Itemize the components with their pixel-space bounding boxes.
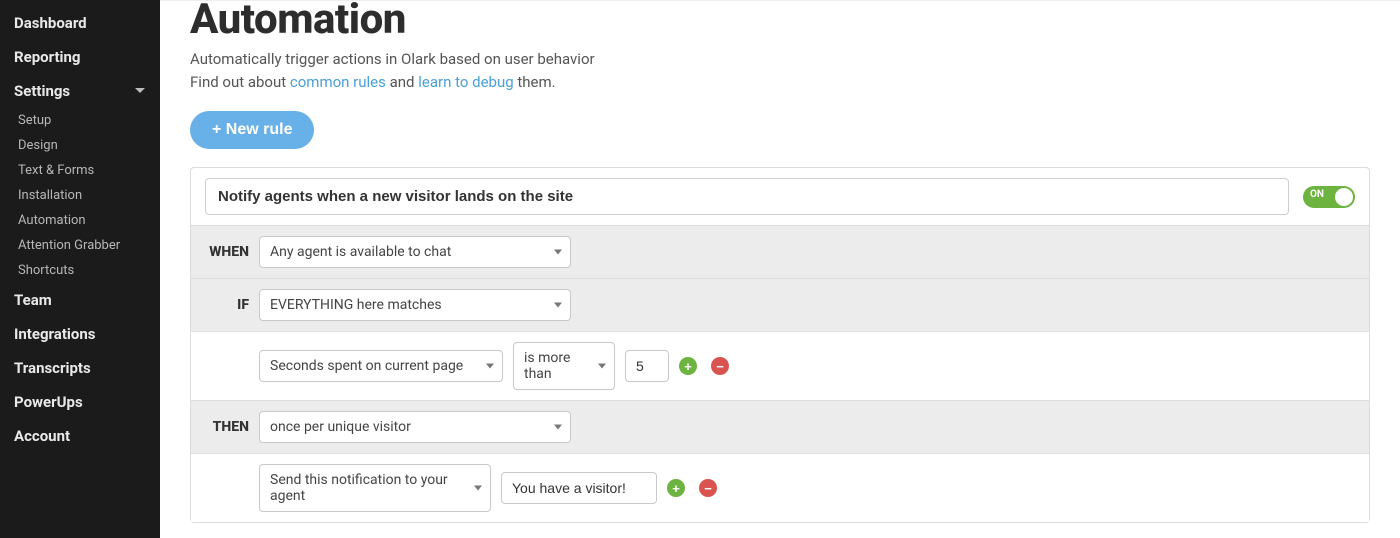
sidebar-label: Shortcuts xyxy=(18,263,74,278)
sidebar-label: Settings xyxy=(14,82,70,100)
sidebar-label: Team xyxy=(14,291,52,309)
sidebar-item-installation[interactable]: Installation xyxy=(0,183,160,208)
sidebar-label: Automation xyxy=(18,213,86,228)
sidebar-item-account[interactable]: Account xyxy=(0,419,160,453)
sidebar-label: Installation xyxy=(18,188,82,203)
plus-icon: + xyxy=(684,359,692,374)
toggle-knob xyxy=(1335,188,1353,206)
link-common-rules[interactable]: common rules xyxy=(290,73,386,91)
sidebar-item-setup[interactable]: Setup xyxy=(0,108,160,133)
sidebar-item-settings[interactable]: Settings xyxy=(0,74,160,108)
sidebar-item-attention-grabber[interactable]: Attention Grabber xyxy=(0,233,160,258)
minus-icon: − xyxy=(704,481,712,496)
chevron-down-icon xyxy=(554,303,562,308)
remove-action-button[interactable]: − xyxy=(699,479,717,497)
subtitle-text: them. xyxy=(517,73,555,91)
sidebar: Dashboard Reporting Settings Setup Desig… xyxy=(0,0,160,538)
chevron-down-icon xyxy=(474,486,482,491)
then-message-input[interactable] xyxy=(501,472,657,504)
select-value: Any agent is available to chat xyxy=(270,244,451,260)
remove-condition-button[interactable]: − xyxy=(711,357,729,375)
plus-icon: + xyxy=(672,481,680,496)
page-subtitle: Automatically trigger actions in Olark b… xyxy=(190,48,1370,93)
sidebar-label: Attention Grabber xyxy=(18,238,120,253)
when-label: WHEN xyxy=(205,244,249,260)
sidebar-label: Reporting xyxy=(14,48,81,66)
condition-value-input[interactable] xyxy=(625,350,669,382)
condition-field-select[interactable]: Seconds spent on current page xyxy=(259,350,503,382)
rule-card: ON WHEN Any agent is available to chat I… xyxy=(190,167,1370,523)
new-rule-button[interactable]: + New rule xyxy=(190,111,314,149)
then-block: THEN once per unique visitor xyxy=(191,400,1369,453)
page-title: Automation xyxy=(190,0,1370,44)
then-action-row: Send this notification to your agent + − xyxy=(191,453,1369,522)
sidebar-label: Account xyxy=(14,427,70,445)
if-label: IF xyxy=(205,297,249,313)
chevron-down-icon xyxy=(554,425,562,430)
condition-operator-select[interactable]: is more than xyxy=(513,342,615,390)
select-value: Seconds spent on current page xyxy=(270,358,463,374)
chevron-down-icon xyxy=(134,82,146,100)
sidebar-item-reporting[interactable]: Reporting xyxy=(0,40,160,74)
select-value: is more than xyxy=(524,350,586,382)
sidebar-item-integrations[interactable]: Integrations xyxy=(0,317,160,351)
select-value: EVERYTHING here matches xyxy=(270,297,442,313)
rule-title-input[interactable] xyxy=(205,178,1289,215)
when-select[interactable]: Any agent is available to chat xyxy=(259,236,571,268)
sidebar-label: Setup xyxy=(18,113,51,128)
add-action-button[interactable]: + xyxy=(667,479,685,497)
sidebar-item-automation[interactable]: Automation xyxy=(0,208,160,233)
minus-icon: − xyxy=(716,359,724,374)
subtitle-text: Find out about xyxy=(190,73,290,91)
sidebar-item-dashboard[interactable]: Dashboard xyxy=(0,6,160,40)
sidebar-label: Integrations xyxy=(14,325,95,343)
sidebar-label: Design xyxy=(18,138,58,153)
select-value: once per unique visitor xyxy=(270,419,411,435)
select-value: Send this notification to your agent xyxy=(270,472,462,504)
sidebar-label: PowerUps xyxy=(14,393,83,411)
sidebar-item-powerups[interactable]: PowerUps xyxy=(0,385,160,419)
subtitle-line1: Automatically trigger actions in Olark b… xyxy=(190,50,595,68)
main-content: Automation Automatically trigger actions… xyxy=(160,0,1400,538)
chevron-down-icon xyxy=(554,250,562,255)
then-frequency-select[interactable]: once per unique visitor xyxy=(259,411,571,443)
sidebar-item-shortcuts[interactable]: Shortcuts xyxy=(0,258,160,283)
if-block: IF EVERYTHING here matches xyxy=(191,278,1369,331)
then-label: THEN xyxy=(205,419,249,435)
if-match-select[interactable]: EVERYTHING here matches xyxy=(259,289,571,321)
subtitle-text: and xyxy=(390,73,419,91)
sidebar-label: Text & Forms xyxy=(18,163,94,178)
chevron-down-icon xyxy=(598,364,606,369)
sidebar-item-team[interactable]: Team xyxy=(0,283,160,317)
sidebar-item-design[interactable]: Design xyxy=(0,133,160,158)
add-condition-button[interactable]: + xyxy=(679,357,697,375)
toggle-label: ON xyxy=(1310,189,1324,200)
chevron-down-icon xyxy=(486,364,494,369)
link-learn-debug[interactable]: learn to debug xyxy=(418,73,513,91)
sidebar-label: Dashboard xyxy=(14,14,87,32)
sidebar-item-transcripts[interactable]: Transcripts xyxy=(0,351,160,385)
rule-toggle[interactable]: ON xyxy=(1303,186,1355,208)
rule-header: ON xyxy=(191,168,1369,225)
sidebar-label: Transcripts xyxy=(14,359,91,377)
if-condition-row: Seconds spent on current page is more th… xyxy=(191,331,1369,400)
then-action-select[interactable]: Send this notification to your agent xyxy=(259,464,491,512)
sidebar-item-text-forms[interactable]: Text & Forms xyxy=(0,158,160,183)
when-block: WHEN Any agent is available to chat xyxy=(191,225,1369,278)
